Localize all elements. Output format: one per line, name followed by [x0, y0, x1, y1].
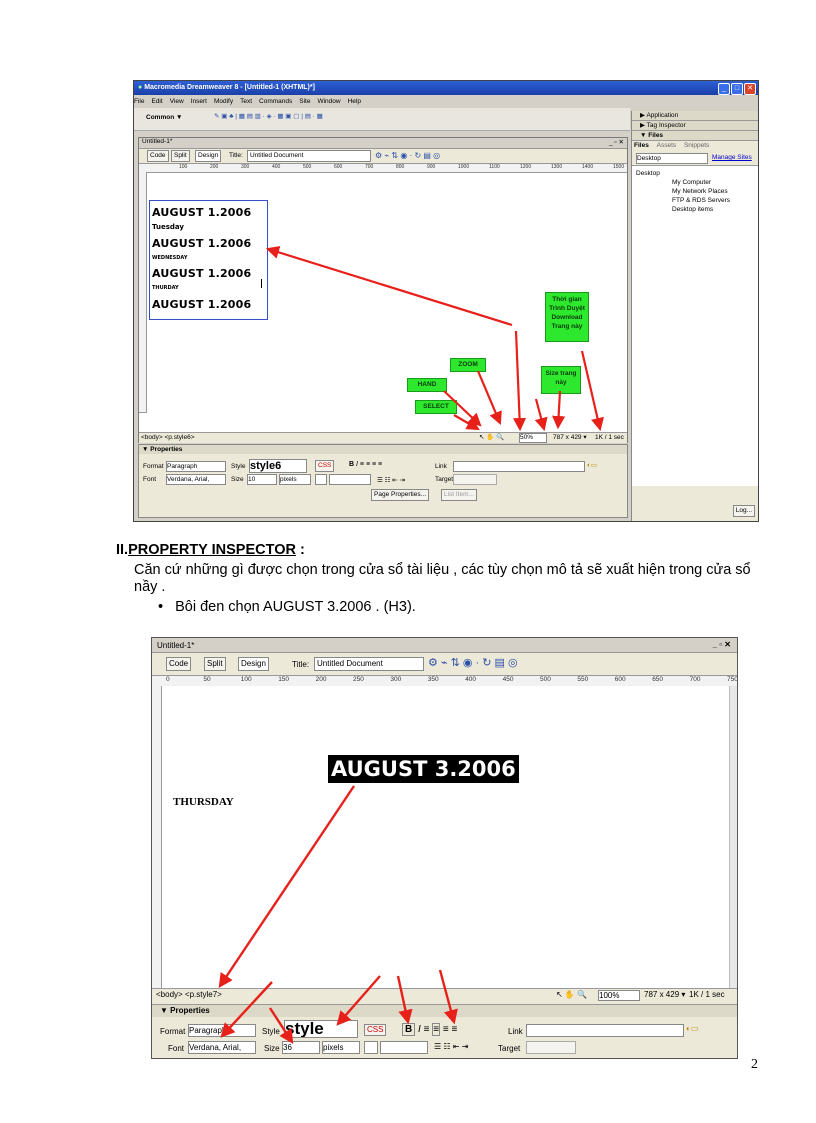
section-paragraph: Căn cứ những gì được chọn trong cửa sổ t…: [134, 562, 751, 595]
annotation-arrows: [218, 785, 458, 1045]
dreamweaver-screenshot-2: Untitled-1* _ ▫ ✕ Code Split Design Titl…: [151, 637, 738, 1059]
arrow-select: [453, 414, 480, 431]
arrow-size: [552, 390, 566, 430]
arrow-to-size: [268, 1007, 294, 1045]
bullet-text: Bôi đen chọn AUGUST 3.2006 . (H3).: [175, 599, 416, 615]
section-title: PROPERTY INSPECTOR: [128, 542, 296, 558]
bullet-item: • Bôi đen chọn AUGUST 3.2006 . (H3).: [158, 599, 416, 615]
section-colon: :: [295, 542, 305, 558]
arrow-to-center: [438, 969, 458, 1025]
arrow-to-content: [265, 245, 513, 327]
arrow-to-tag-selector: [218, 785, 355, 988]
arrow-main-to-status: [512, 330, 527, 432]
arrow-to-format: [220, 981, 273, 1038]
arrow-timing: [580, 350, 604, 432]
bullet-dot: •: [158, 599, 164, 615]
page-number: 2: [751, 1057, 758, 1072]
section-heading: II.PROPERTY INSPECTOR :: [116, 542, 305, 558]
arrow-zoom: [476, 370, 502, 426]
annotation-arrows: [265, 245, 604, 432]
arrow-to-style: [336, 975, 381, 1026]
arrow-to-bold: [396, 975, 413, 1025]
dreamweaver-screenshot-1: ● Macromedia Dreamweaver 8 - [Untitled-1…: [133, 80, 759, 522]
section-number: II.: [116, 542, 129, 558]
arrow-size2: [534, 398, 548, 432]
